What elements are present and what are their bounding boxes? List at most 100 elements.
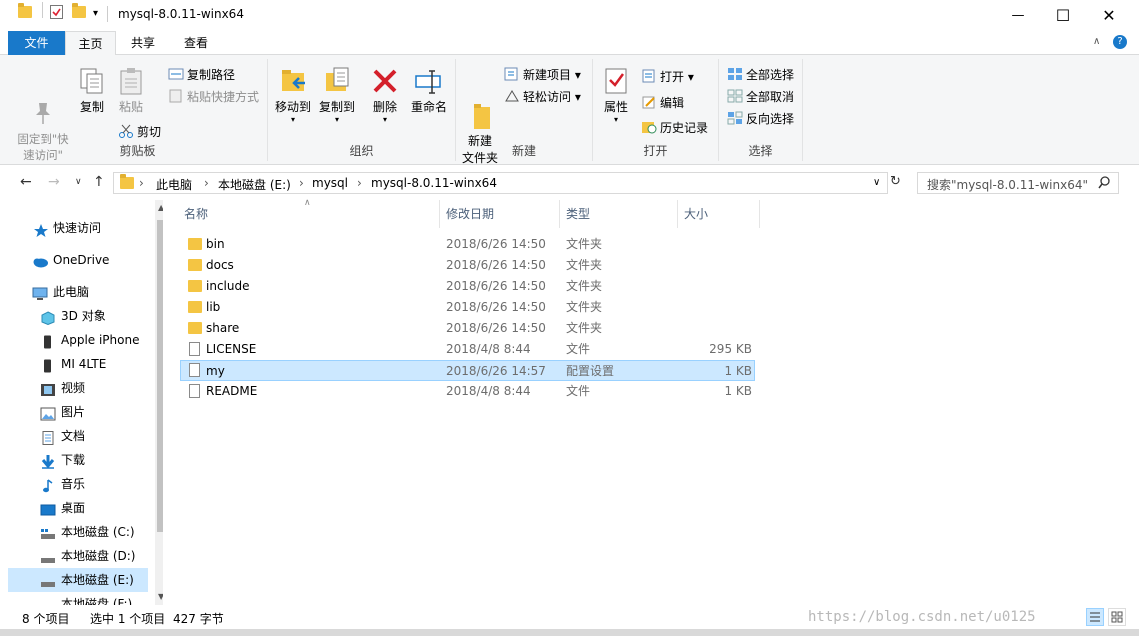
breadcrumb-current[interactable]: mysql-8.0.11-winx64: [371, 176, 497, 190]
nav-item-downloads[interactable]: 下载: [8, 448, 148, 472]
chevron-down-icon[interactable]: ∨: [873, 177, 880, 188]
tab-view[interactable]: 查看: [171, 31, 221, 55]
phone-icon: [43, 357, 59, 373]
ribbon-group-label: 组织: [349, 144, 374, 158]
easy-access-button[interactable]: 轻松访问 ▾: [504, 87, 581, 107]
breadcrumb-separator[interactable]: ›: [299, 176, 304, 190]
customize-toolbar-icon[interactable]: ▾: [93, 8, 98, 19]
column-header-type[interactable]: 类型: [560, 200, 678, 228]
nav-item-quick-access[interactable]: 快速访问: [8, 216, 148, 240]
folder-icon: [120, 174, 134, 189]
delete-button[interactable]: 删除 ▾: [368, 65, 402, 124]
drive-icon: [40, 597, 56, 605]
new-item-button[interactable]: 新建项目 ▾: [504, 65, 581, 85]
cut-button[interactable]: 剪切: [118, 122, 161, 142]
breadcrumb-drive-e[interactable]: 本地磁盘 (E:): [218, 176, 291, 193]
watermark-text: https://blog.csdn.net/u0125: [808, 609, 1036, 625]
nav-item-this-pc[interactable]: 此电脑: [8, 280, 148, 304]
properties-icon[interactable]: [50, 5, 63, 19]
file-row[interactable]: README 2018/4/8 8:44 文件 1 KB: [180, 381, 755, 402]
open-button[interactable]: 打开 ▾: [641, 67, 694, 87]
rename-button[interactable]: 重命名: [406, 65, 452, 116]
breadcrumb-separator[interactable]: ›: [357, 176, 362, 190]
nav-item-drive-d[interactable]: 本地磁盘 (D:): [8, 544, 148, 568]
pin-icon: [27, 81, 59, 124]
new-folder-icon[interactable]: [72, 3, 86, 18]
nav-item-desktop[interactable]: 桌面: [8, 496, 148, 520]
copy-button[interactable]: 复制: [76, 65, 108, 116]
search-input[interactable]: 搜索"mysql-8.0.11-winx64": [917, 172, 1119, 194]
properties-icon: [600, 65, 632, 97]
folder-icon: [188, 301, 202, 313]
ribbon-group-open: 属性 ▾ 打开 ▾ 编辑 历史记录 打开: [593, 59, 719, 161]
copy-path-icon: [168, 67, 184, 81]
move-to-button[interactable]: 移动到 ▾: [272, 65, 314, 124]
scroll-down-icon[interactable]: ▼: [158, 592, 163, 601]
close-button[interactable]: ✕: [1086, 0, 1132, 31]
column-header-size[interactable]: 大小: [678, 200, 760, 228]
selection-count: 选中 1 个项目: [90, 612, 166, 626]
back-arrow-icon[interactable]: ←: [20, 174, 32, 190]
delete-x-icon: [369, 65, 401, 97]
paste-shortcut-button[interactable]: 粘贴快捷方式: [168, 87, 259, 107]
nav-item-drive-f[interactable]: 本地磁盘 (F:): [8, 592, 148, 605]
nav-item-3d-objects[interactable]: 3D 对象: [8, 304, 148, 328]
nav-scrollbar-thumb[interactable]: [157, 220, 163, 532]
nav-item-music[interactable]: 音乐: [8, 472, 148, 496]
large-icons-view-icon[interactable]: [1108, 608, 1126, 626]
nav-item-drive-c[interactable]: 本地磁盘 (C:): [8, 520, 148, 544]
up-arrow-icon[interactable]: ↑: [93, 174, 105, 190]
refresh-icon[interactable]: ↻: [890, 174, 901, 189]
nav-item-documents[interactable]: 文档: [8, 424, 148, 448]
nav-item-pictures[interactable]: 图片: [8, 400, 148, 424]
tab-home[interactable]: 主页: [65, 31, 116, 56]
edit-button[interactable]: 编辑: [641, 93, 684, 113]
file-row[interactable]: docs 2018/6/26 14:50 文件夹: [180, 255, 755, 276]
file-row[interactable]: lib 2018/6/26 14:50 文件夹: [180, 297, 755, 318]
recent-locations-icon[interactable]: ∨: [75, 177, 82, 187]
drive-icon: [40, 573, 56, 587]
breadcrumb-separator[interactable]: ›: [139, 176, 144, 190]
file-row[interactable]: LICENSE 2018/4/8 8:44 文件 295 KB: [180, 339, 755, 360]
paste-button[interactable]: 粘贴: [114, 65, 148, 116]
scroll-up-icon[interactable]: ▲: [158, 203, 163, 212]
select-none-button[interactable]: 全部取消: [727, 87, 794, 107]
file-row-selected[interactable]: my 2018/6/26 14:57 配置设置 1 KB: [180, 360, 755, 381]
phone-icon: [43, 333, 59, 349]
forward-arrow-icon[interactable]: →: [48, 174, 60, 190]
breadcrumb-mysql[interactable]: mysql: [312, 176, 348, 190]
maximize-button[interactable]: ☐: [1040, 0, 1086, 31]
copy-path-button[interactable]: 复制路径: [168, 65, 235, 85]
breadcrumb-separator[interactable]: ›: [204, 176, 209, 190]
new-item-icon: [504, 67, 520, 81]
copy-to-button[interactable]: 复制到 ▾: [316, 65, 358, 124]
nav-item-videos[interactable]: 视频: [8, 376, 148, 400]
file-row[interactable]: bin 2018/6/26 14:50 文件夹: [180, 234, 755, 255]
column-header-name[interactable]: 名称: [178, 200, 440, 228]
details-view-icon[interactable]: [1086, 608, 1104, 626]
nav-scrollbar[interactable]: ▲ ▼: [155, 200, 163, 605]
column-header-date[interactable]: 修改日期: [440, 200, 560, 228]
file-row[interactable]: share 2018/6/26 14:50 文件夹: [180, 318, 755, 339]
ribbon-group-label: 新建: [511, 144, 536, 158]
properties-button[interactable]: 属性 ▾: [599, 65, 633, 124]
address-bar[interactable]: › 此电脑 › 本地磁盘 (E:) › mysql › mysql-8.0.11…: [113, 172, 888, 194]
chevron-up-icon[interactable]: ∧: [1093, 36, 1100, 47]
invert-selection-button[interactable]: 反向选择: [727, 109, 794, 129]
select-all-button[interactable]: 全部选择: [727, 65, 794, 85]
tab-file[interactable]: 文件: [8, 31, 65, 55]
nav-item-apple-iphone[interactable]: Apple iPhone: [8, 328, 148, 352]
search-icon[interactable]: [1098, 176, 1110, 192]
ribbon-group-select: 全部选择 全部取消 反向选择 选择: [719, 59, 803, 161]
nav-item-onedrive[interactable]: OneDrive: [8, 248, 148, 272]
file-row[interactable]: include 2018/6/26 14:50 文件夹: [180, 276, 755, 297]
history-button[interactable]: 历史记录: [641, 118, 708, 138]
nav-item-mi-4lte[interactable]: MI 4LTE: [8, 352, 148, 376]
nav-item-drive-e[interactable]: 本地磁盘 (E:): [8, 568, 148, 592]
config-file-icon: [189, 363, 200, 377]
minimize-button[interactable]: —: [995, 0, 1041, 31]
selection-size: 427 字节: [173, 612, 224, 626]
help-icon[interactable]: ?: [1113, 35, 1127, 49]
tab-share[interactable]: 共享: [119, 31, 167, 55]
breadcrumb-this-pc[interactable]: 此电脑: [156, 176, 192, 193]
